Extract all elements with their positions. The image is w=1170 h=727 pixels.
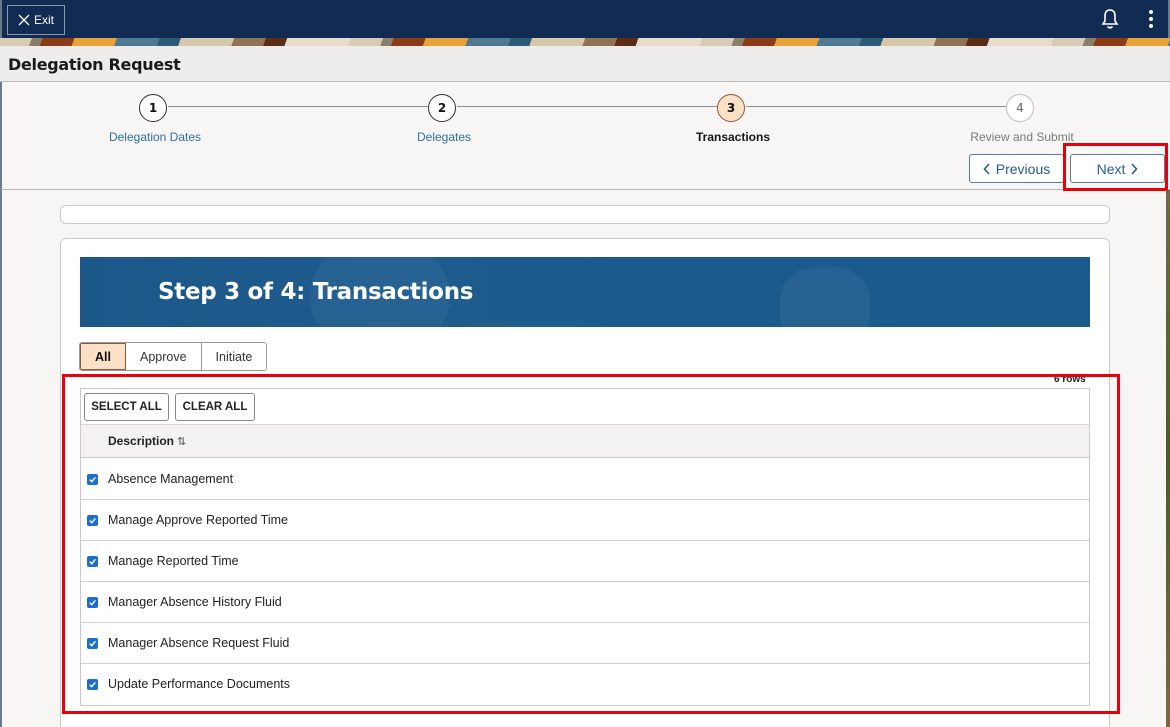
- row-description: Manager Absence Request Fluid: [108, 636, 290, 650]
- row-description: Manage Reported Time: [108, 554, 239, 568]
- table-row: Absence Management: [81, 459, 1089, 500]
- checkmark-icon: [89, 476, 96, 483]
- step-1-label[interactable]: Delegation Dates: [109, 130, 201, 144]
- train-connector: [746, 106, 1006, 107]
- grid-toolbar: SELECT ALL CLEAR ALL: [81, 389, 1089, 425]
- table-row: Manage Reported Time: [81, 541, 1089, 582]
- filter-tab-approve[interactable]: Approve: [125, 343, 202, 370]
- table-row: Manager Absence History Fluid: [81, 582, 1089, 623]
- transactions-grid: SELECT ALL CLEAR ALL Description ⇅ Absenc…: [80, 388, 1090, 706]
- page-header: Delegation Request: [0, 46, 1170, 82]
- chevron-left-icon: [983, 162, 990, 175]
- row-description: Update Performance Documents: [108, 677, 291, 691]
- checkmark-icon: [89, 558, 96, 565]
- step-train: 1 Delegation Dates 2 Delegates 3 Transac…: [0, 82, 1170, 190]
- close-icon: [18, 14, 30, 26]
- select-all-button[interactable]: SELECT ALL: [84, 393, 169, 421]
- row-checkbox[interactable]: [87, 474, 98, 485]
- step-1-circle[interactable]: 1: [139, 94, 167, 122]
- table-row: Manager Absence Request Fluid: [81, 623, 1089, 664]
- column-header-description[interactable]: Description ⇅: [108, 434, 186, 448]
- step-3-circle: 3: [717, 94, 745, 122]
- top-bar: Exit: [0, 0, 1170, 38]
- next-label: Next: [1096, 160, 1126, 177]
- kebab-menu-icon[interactable]: [1144, 8, 1158, 30]
- exit-button[interactable]: Exit: [7, 5, 65, 35]
- row-checkbox[interactable]: [87, 515, 98, 526]
- row-description: Manage Approve Reported Time: [108, 513, 288, 527]
- train-connector: [168, 106, 428, 107]
- filter-tab-all[interactable]: All: [80, 343, 126, 370]
- filter-segmented-control: All Approve Initiate: [79, 342, 268, 371]
- checkmark-icon: [89, 517, 96, 524]
- step-banner: Step 3 of 4: Transactions: [80, 257, 1090, 327]
- checkmark-icon: [89, 640, 96, 647]
- exit-label: Exit: [33, 13, 54, 27]
- window-edge: [1166, 190, 1170, 727]
- table-row: Manage Approve Reported Time: [81, 500, 1089, 541]
- row-count: 6 rows: [1054, 374, 1086, 385]
- row-description: Absence Management: [108, 472, 234, 486]
- row-checkbox[interactable]: [87, 679, 98, 690]
- next-button[interactable]: Next: [1070, 154, 1165, 183]
- chevron-right-icon: [1131, 162, 1138, 175]
- decorative-banner-strip: [0, 38, 1170, 46]
- table-row: Update Performance Documents: [81, 664, 1089, 705]
- step-4-circle: 4: [1006, 94, 1034, 122]
- row-checkbox[interactable]: [87, 638, 98, 649]
- step-2-label[interactable]: Delegates: [417, 130, 471, 144]
- checkmark-icon: [89, 681, 96, 688]
- row-description: Manager Absence History Fluid: [108, 595, 282, 609]
- bell-icon[interactable]: [1100, 8, 1120, 30]
- filter-tab-initiate[interactable]: Initiate: [201, 343, 267, 370]
- checkmark-icon: [89, 599, 96, 606]
- step-4-label: Review and Submit: [970, 130, 1074, 144]
- train-connector: [457, 106, 717, 107]
- grid-header: Description ⇅: [81, 425, 1089, 458]
- previous-label: Previous: [995, 160, 1051, 177]
- row-checkbox[interactable]: [87, 556, 98, 567]
- empty-message-panel: [60, 205, 1110, 224]
- column-header-label: Description: [108, 434, 175, 448]
- row-checkbox[interactable]: [87, 597, 98, 608]
- banner-decoration: [780, 267, 870, 327]
- previous-button[interactable]: Previous: [969, 154, 1064, 183]
- step-2-circle[interactable]: 2: [428, 94, 456, 122]
- window-edge: [0, 190, 2, 727]
- clear-all-button[interactable]: CLEAR ALL: [175, 393, 255, 421]
- page-title: Delegation Request: [8, 55, 181, 74]
- sort-icon[interactable]: ⇅: [177, 436, 186, 448]
- step-banner-title: Step 3 of 4: Transactions: [158, 279, 474, 305]
- step-3-label: Transactions: [695, 130, 771, 144]
